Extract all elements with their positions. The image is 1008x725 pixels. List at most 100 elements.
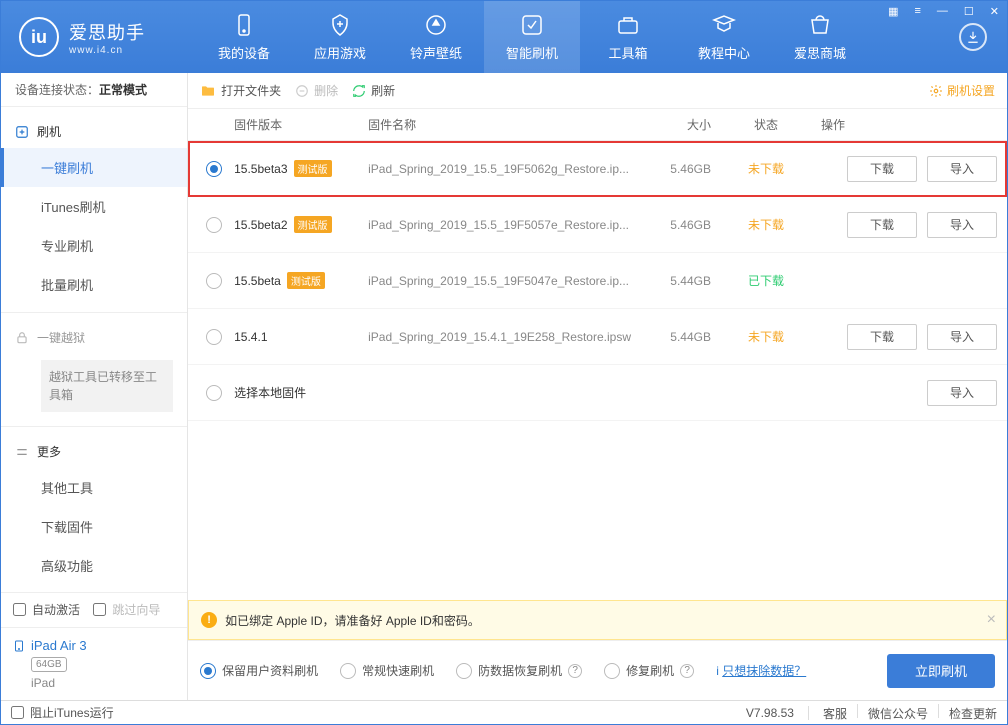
beta-badge: 测试版: [287, 272, 325, 289]
firmware-version: 15.5beta测试版: [234, 272, 368, 289]
flash-option[interactable]: 修复刷机 ?: [604, 662, 694, 679]
maximize-icon[interactable]: ☐: [960, 3, 978, 20]
radio-icon[interactable]: [456, 663, 472, 679]
top-nav: 我的设备应用游戏铃声壁纸智能刷机工具箱教程中心爱思商城: [196, 1, 939, 73]
firmware-size: 5.44GB: [641, 274, 721, 288]
help-icon[interactable]: ?: [680, 664, 694, 678]
alert-bar: ! 如已绑定 Apple ID，请准备好 Apple ID和密码。 ×: [188, 600, 1007, 640]
firmware-size: 5.44GB: [641, 330, 721, 344]
block-itunes-checkbox[interactable]: 阻止iTunes运行: [11, 704, 114, 721]
app-name: 爱思助手: [69, 19, 145, 45]
nav-item-5[interactable]: 教程中心: [676, 1, 772, 73]
alert-close-icon[interactable]: ×: [987, 611, 996, 629]
table-row[interactable]: 15.5beta3测试版iPad_Spring_2019_15.5_19F506…: [188, 141, 1007, 197]
firmware-name: iPad_Spring_2019_15.5_19F5047e_Restore.i…: [368, 274, 641, 288]
flash-option[interactable]: 防数据恢复刷机 ?: [456, 662, 582, 679]
sidebar: 设备连接状态：正常模式 刷机一键刷机iTunes刷机专业刷机批量刷机一键越狱越狱…: [1, 73, 188, 700]
firmware-version: 15.5beta2测试版: [234, 216, 368, 233]
radio-icon[interactable]: [206, 329, 222, 345]
grid-icon[interactable]: ▦: [884, 3, 902, 20]
footer-link[interactable]: 检查更新: [949, 707, 997, 721]
statusbar: 阻止iTunes运行 V7.98.53 客服 微信公众号 检查更新: [1, 700, 1007, 724]
table-header: 固件版本 固件名称 大小 状态 操作: [188, 109, 1007, 141]
row-action-button[interactable]: 导入: [927, 380, 997, 406]
table-row[interactable]: 15.5beta测试版iPad_Spring_2019_15.5_19F5047…: [188, 253, 1007, 309]
firmware-name: iPad_Spring_2019_15.4.1_19E258_Restore.i…: [368, 330, 641, 344]
firmware-size: 5.46GB: [641, 162, 721, 176]
options-bar: 保留用户资料刷机 常规快速刷机 防数据恢复刷机 ? 修复刷机 ? i 只想抹除数据？ 立即…: [188, 640, 1007, 700]
connection-state: 设备连接状态：正常模式: [1, 73, 187, 107]
firmware-version: 选择本地固件: [234, 384, 368, 401]
firmware-version: 15.5beta3测试版: [234, 160, 368, 177]
side-group-title[interactable]: 一键越狱: [1, 321, 187, 354]
flash-settings-button[interactable]: 刷机设置: [929, 82, 995, 99]
sidebar-item[interactable]: 专业刷机: [1, 226, 187, 265]
logo-icon: iu: [19, 17, 59, 57]
refresh-button[interactable]: 刷新: [352, 82, 395, 99]
nav-item-3[interactable]: 智能刷机: [484, 1, 580, 73]
table-row[interactable]: 15.5beta2测试版iPad_Spring_2019_15.5_19F505…: [188, 197, 1007, 253]
footer-link[interactable]: 微信公众号: [868, 707, 928, 721]
menu-icon[interactable]: ≡: [910, 3, 924, 20]
sidebar-item[interactable]: 一键刷机: [1, 148, 187, 187]
flash-option[interactable]: 常规快速刷机: [340, 662, 434, 679]
help-icon[interactable]: ?: [568, 664, 582, 678]
device-info: iPad Air 3 64GB iPad: [1, 627, 187, 700]
close-icon[interactable]: ✕: [986, 3, 1003, 20]
download-icon[interactable]: [959, 23, 987, 51]
skip-guide-checkbox[interactable]: 跳过向导: [93, 601, 160, 618]
sidebar-foot: 自动激活 跳过向导: [1, 592, 187, 627]
firmware-status: 未下载: [721, 160, 811, 177]
beta-badge: 测试版: [294, 160, 332, 177]
nav-item-0[interactable]: 我的设备: [196, 1, 292, 73]
radio-icon[interactable]: [206, 385, 222, 401]
sidebar-scroll: 刷机一键刷机iTunes刷机专业刷机批量刷机一键越狱越狱工具已转移至工具箱更多其…: [1, 107, 187, 592]
row-action-button[interactable]: 导入: [927, 324, 997, 350]
main: 设备连接状态：正常模式 刷机一键刷机iTunes刷机专业刷机批量刷机一键越狱越狱…: [1, 73, 1007, 700]
table-row[interactable]: 选择本地固件 导入: [188, 365, 1007, 421]
side-group-title[interactable]: 刷机: [1, 115, 187, 148]
radio-icon[interactable]: [340, 663, 356, 679]
row-action-button[interactable]: 下载: [847, 156, 917, 182]
titlebar: ▦ ≡ — ☐ ✕ iu 爱思助手 www.i4.cn 我的设备应用游戏铃声壁纸…: [1, 1, 1007, 73]
col-size: 大小: [641, 116, 721, 133]
minimize-icon[interactable]: —: [933, 3, 952, 20]
erase-link[interactable]: 只想抹除数据？: [722, 664, 806, 678]
row-action-button[interactable]: 导入: [927, 156, 997, 182]
info-icon[interactable]: i: [716, 664, 719, 678]
flash-submit-button[interactable]: 立即刷机: [887, 654, 995, 688]
side-group-title[interactable]: 更多: [1, 435, 187, 468]
sidebar-item[interactable]: 批量刷机: [1, 265, 187, 304]
device-name[interactable]: iPad Air 3: [13, 638, 175, 653]
nav-item-2[interactable]: 铃声壁纸: [388, 1, 484, 73]
firmware-version: 15.4.1: [234, 330, 368, 344]
alert-text: 如已绑定 Apple ID，请准备好 Apple ID和密码。: [225, 612, 480, 629]
radio-icon[interactable]: [206, 161, 222, 177]
flash-option[interactable]: 保留用户资料刷机: [200, 662, 318, 679]
sidebar-item[interactable]: iTunes刷机: [1, 187, 187, 226]
firmware-name: iPad_Spring_2019_15.5_19F5062g_Restore.i…: [368, 162, 641, 176]
version-label: V7.98.53: [746, 706, 794, 720]
radio-icon[interactable]: [604, 663, 620, 679]
footer-link[interactable]: 客服: [823, 707, 847, 721]
nav-item-6[interactable]: 爱思商城: [772, 1, 868, 73]
radio-icon[interactable]: [200, 663, 216, 679]
beta-badge: 测试版: [294, 216, 332, 233]
open-folder-button[interactable]: 打开文件夹: [200, 82, 281, 99]
row-action-button[interactable]: 下载: [847, 212, 917, 238]
nav-item-4[interactable]: 工具箱: [580, 1, 676, 73]
radio-icon[interactable]: [206, 273, 222, 289]
row-action-button[interactable]: 导入: [927, 212, 997, 238]
nav-item-1[interactable]: 应用游戏: [292, 1, 388, 73]
device-type: iPad: [31, 676, 175, 690]
firmware-name: iPad_Spring_2019_15.5_19F5057e_Restore.i…: [368, 218, 641, 232]
sidebar-item[interactable]: 高级功能: [1, 546, 187, 585]
col-status: 状态: [721, 116, 811, 133]
row-action-button[interactable]: 下载: [847, 324, 917, 350]
radio-icon[interactable]: [206, 217, 222, 233]
table-row[interactable]: 15.4.1iPad_Spring_2019_15.4.1_19E258_Res…: [188, 309, 1007, 365]
auto-activate-checkbox[interactable]: 自动激活: [13, 601, 80, 618]
sidebar-item[interactable]: 其他工具: [1, 468, 187, 507]
firmware-size: 5.46GB: [641, 218, 721, 232]
sidebar-item[interactable]: 下载固件: [1, 507, 187, 546]
